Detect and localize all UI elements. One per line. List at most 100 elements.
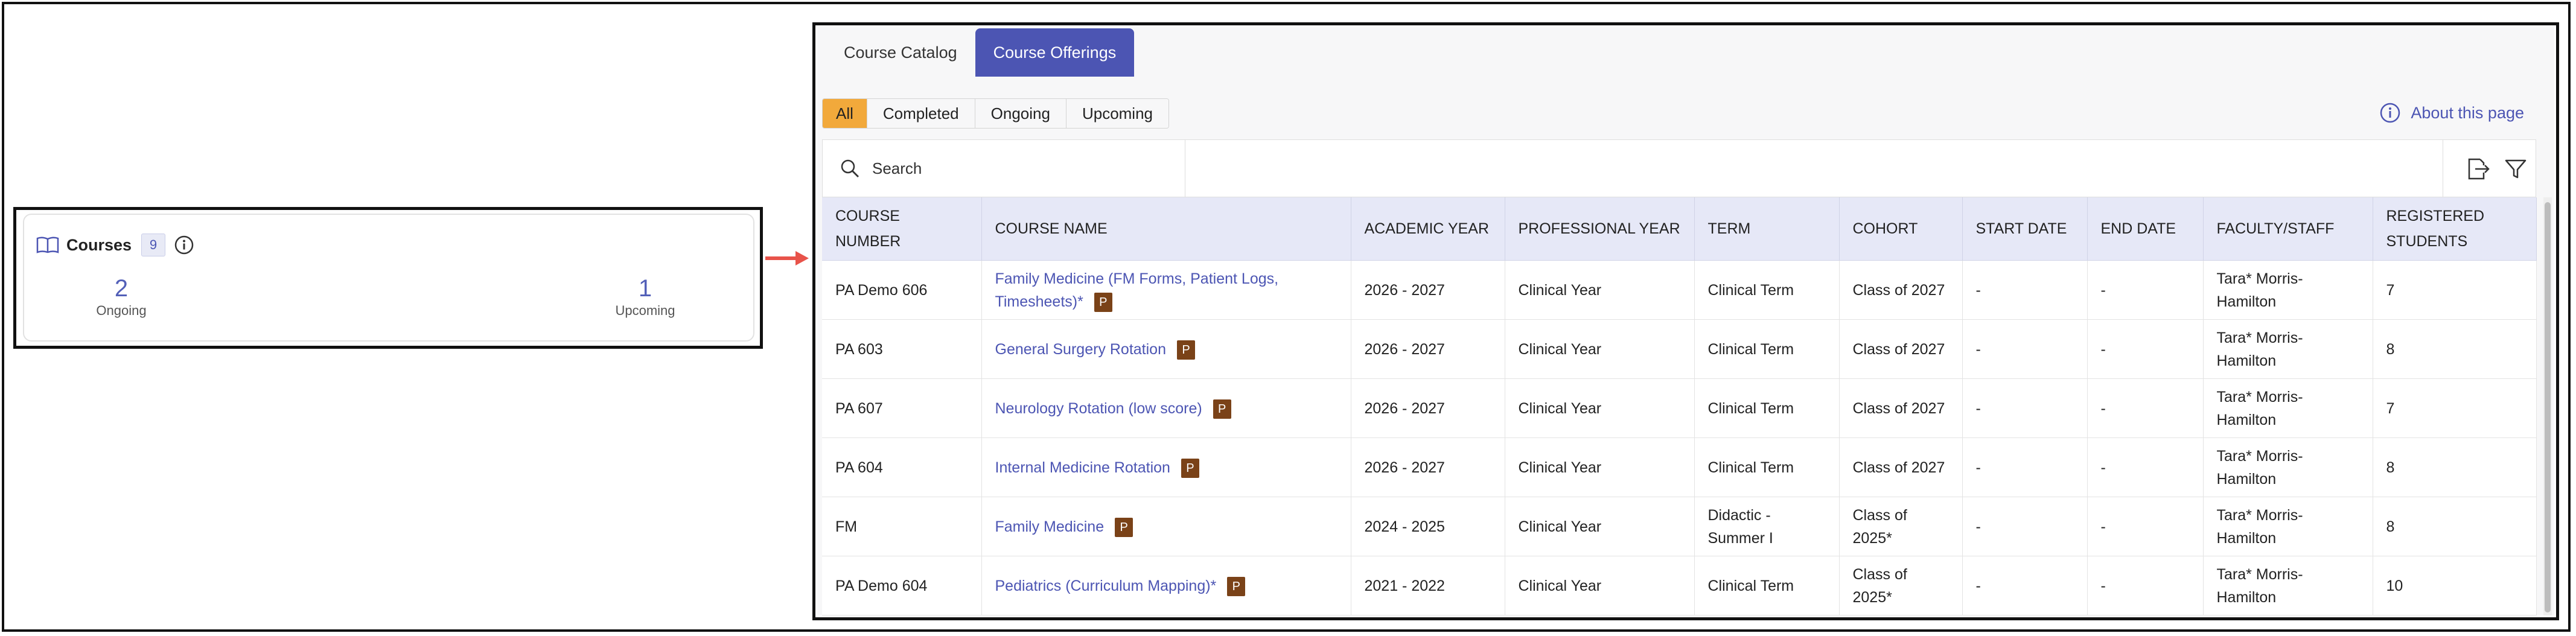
tab-course-offerings[interactable]: Course Offerings <box>975 28 1135 77</box>
p-badge: P <box>1213 399 1231 419</box>
cell-course-number: PA Demo 604 <box>822 556 982 615</box>
course-name-link[interactable]: Family Medicine <box>995 518 1105 535</box>
column-header[interactable]: COURSE NAME <box>981 197 1351 261</box>
stat-upcoming-value: 1 <box>638 275 652 302</box>
cell-start-date: - <box>1962 378 2088 438</box>
stat-ongoing[interactable]: 2 Ongoing <box>49 275 194 320</box>
cell-cohort: Class of 2027 <box>1839 437 1963 497</box>
cell-registered-students: 8 <box>2373 497 2537 556</box>
scrollbar-thumb[interactable] <box>2545 202 2551 612</box>
cell-faculty: Tara* Morris-Hamilton <box>2203 378 2373 438</box>
course-name-link[interactable]: Internal Medicine Rotation <box>995 459 1170 476</box>
cell-start-date: - <box>1962 497 2088 556</box>
cell-end-date: - <box>2087 378 2204 438</box>
column-header[interactable]: START DATE <box>1962 197 2088 261</box>
filter-icon[interactable] <box>2504 158 2527 180</box>
cell-course-name: Neurology Rotation (low score) P <box>981 378 1351 438</box>
course-name-link[interactable]: General Surgery Rotation <box>995 341 1166 358</box>
table-row: PA Demo 604 Pediatrics (Curriculum Mappi… <box>822 556 2537 615</box>
column-header[interactable]: COURSE NUMBER <box>822 197 982 261</box>
p-badge: P <box>1176 340 1195 360</box>
cell-faculty: Tara* Morris-Hamilton <box>2203 497 2373 556</box>
cell-cohort: Class of 2027 <box>1839 378 1963 438</box>
cell-course-name: Internal Medicine Rotation P <box>981 437 1351 497</box>
course-offerings-table: COURSE NUMBER COURSE NAME ACADEMIC YEAR … <box>822 197 2537 615</box>
info-icon <box>2380 103 2400 123</box>
cell-end-date: - <box>2087 497 2204 556</box>
cell-start-date: - <box>1962 260 2088 320</box>
cell-course-number: PA 604 <box>822 437 982 497</box>
cell-academic-year: 2026 - 2027 <box>1351 378 1505 438</box>
cell-course-number: PA Demo 606 <box>822 260 982 320</box>
column-header[interactable]: END DATE <box>2087 197 2204 261</box>
cell-course-number: FM <box>822 497 982 556</box>
cell-term: Clinical Term <box>1694 378 1840 438</box>
export-icon[interactable] <box>2466 157 2491 181</box>
search-placeholder: Search <box>872 159 922 177</box>
tab-course-catalog[interactable]: Course Catalog <box>826 28 975 77</box>
cell-registered-students: 8 <box>2373 319 2537 379</box>
cell-professional-year: Clinical Year <box>1505 437 1695 497</box>
course-name-link[interactable]: Family Medicine (FM Forms, Patient Logs,… <box>995 270 1279 310</box>
courses-count-badge: 9 <box>141 234 166 256</box>
table-row: PA 603 General Surgery Rotation P 2026 - … <box>822 319 2537 379</box>
column-header[interactable]: ACADEMIC YEAR <box>1351 197 1505 261</box>
table-toolbar: Search <box>822 139 2536 197</box>
cell-term: Clinical Term <box>1694 260 1840 320</box>
cell-end-date: - <box>2087 260 2204 320</box>
widget-header: Courses 9 <box>36 232 194 258</box>
filter-all[interactable]: All <box>823 99 867 128</box>
cell-start-date: - <box>1962 319 2088 379</box>
search-input[interactable]: Search <box>823 140 1185 197</box>
info-icon[interactable] <box>174 235 194 255</box>
stat-ongoing-value: 2 <box>114 275 129 302</box>
filter-upcoming[interactable]: Upcoming <box>1066 99 1169 128</box>
about-link-label: About this page <box>2411 103 2524 122</box>
p-badge: P <box>1181 458 1199 478</box>
cell-course-number: PA 607 <box>822 378 982 438</box>
cell-term: Clinical Term <box>1694 437 1840 497</box>
cell-term: Clinical Term <box>1694 319 1840 379</box>
column-header[interactable]: REGISTERED STUDENTS <box>2373 197 2537 261</box>
cell-professional-year: Clinical Year <box>1505 497 1695 556</box>
cell-academic-year: 2026 - 2027 <box>1351 260 1505 320</box>
stat-upcoming[interactable]: 1 Upcoming <box>573 275 718 320</box>
cell-cohort: Class of 2027 <box>1839 319 1963 379</box>
cell-course-number: PA 603 <box>822 319 982 379</box>
cell-registered-students: 10 <box>2373 556 2537 615</box>
course-name-link[interactable]: Pediatrics (Curriculum Mapping)* <box>995 577 1217 594</box>
cell-academic-year: 2026 - 2027 <box>1351 437 1505 497</box>
cell-course-name: Family Medicine P <box>981 497 1351 556</box>
cell-academic-year: 2026 - 2027 <box>1351 319 1505 379</box>
cell-faculty: Tara* Morris-Hamilton <box>2203 260 2373 320</box>
cell-registered-students: 7 <box>2373 260 2537 320</box>
table-scrollbar[interactable] <box>2543 197 2552 615</box>
column-header[interactable]: COHORT <box>1839 197 1963 261</box>
cell-registered-students: 8 <box>2373 437 2537 497</box>
course-name-link[interactable]: Neurology Rotation (low score) <box>995 400 1202 417</box>
about-this-page-link[interactable]: About this page <box>2379 98 2524 127</box>
column-header[interactable]: FACULTY/STAFF <box>2203 197 2373 261</box>
table-row: FM Family Medicine P 2024 - 2025 Clinical… <box>822 497 2537 556</box>
cell-professional-year: Clinical Year <box>1505 556 1695 615</box>
column-header[interactable]: PROFESSIONAL YEAR <box>1505 197 1695 261</box>
p-badge: P <box>1115 517 1133 537</box>
cell-course-name: Pediatrics (Curriculum Mapping)* P <box>981 556 1351 615</box>
table-row: PA 604 Internal Medicine Rotation P 2026 … <box>822 437 2537 497</box>
widget-title: Courses <box>66 235 132 254</box>
cell-end-date: - <box>2087 319 2204 379</box>
cell-faculty: Tara* Morris-Hamilton <box>2203 437 2373 497</box>
cell-end-date: - <box>2087 437 2204 497</box>
tab-bar: Course Catalog Course Offerings <box>826 28 1135 77</box>
cell-cohort: Class of 2025* <box>1839 497 1963 556</box>
filter-ongoing[interactable]: Ongoing <box>975 99 1066 128</box>
cell-course-name: General Surgery Rotation P <box>981 319 1351 379</box>
cell-cohort: Class of 2025* <box>1839 556 1963 615</box>
column-header[interactable]: TERM <box>1694 197 1840 261</box>
table-row: PA Demo 606 Family Medicine (FM Forms, P… <box>822 260 2537 320</box>
cell-end-date: - <box>2087 556 2204 615</box>
cell-start-date: - <box>1962 437 2088 497</box>
filter-completed[interactable]: Completed <box>867 99 975 128</box>
cell-start-date: - <box>1962 556 2088 615</box>
cell-professional-year: Clinical Year <box>1505 260 1695 320</box>
